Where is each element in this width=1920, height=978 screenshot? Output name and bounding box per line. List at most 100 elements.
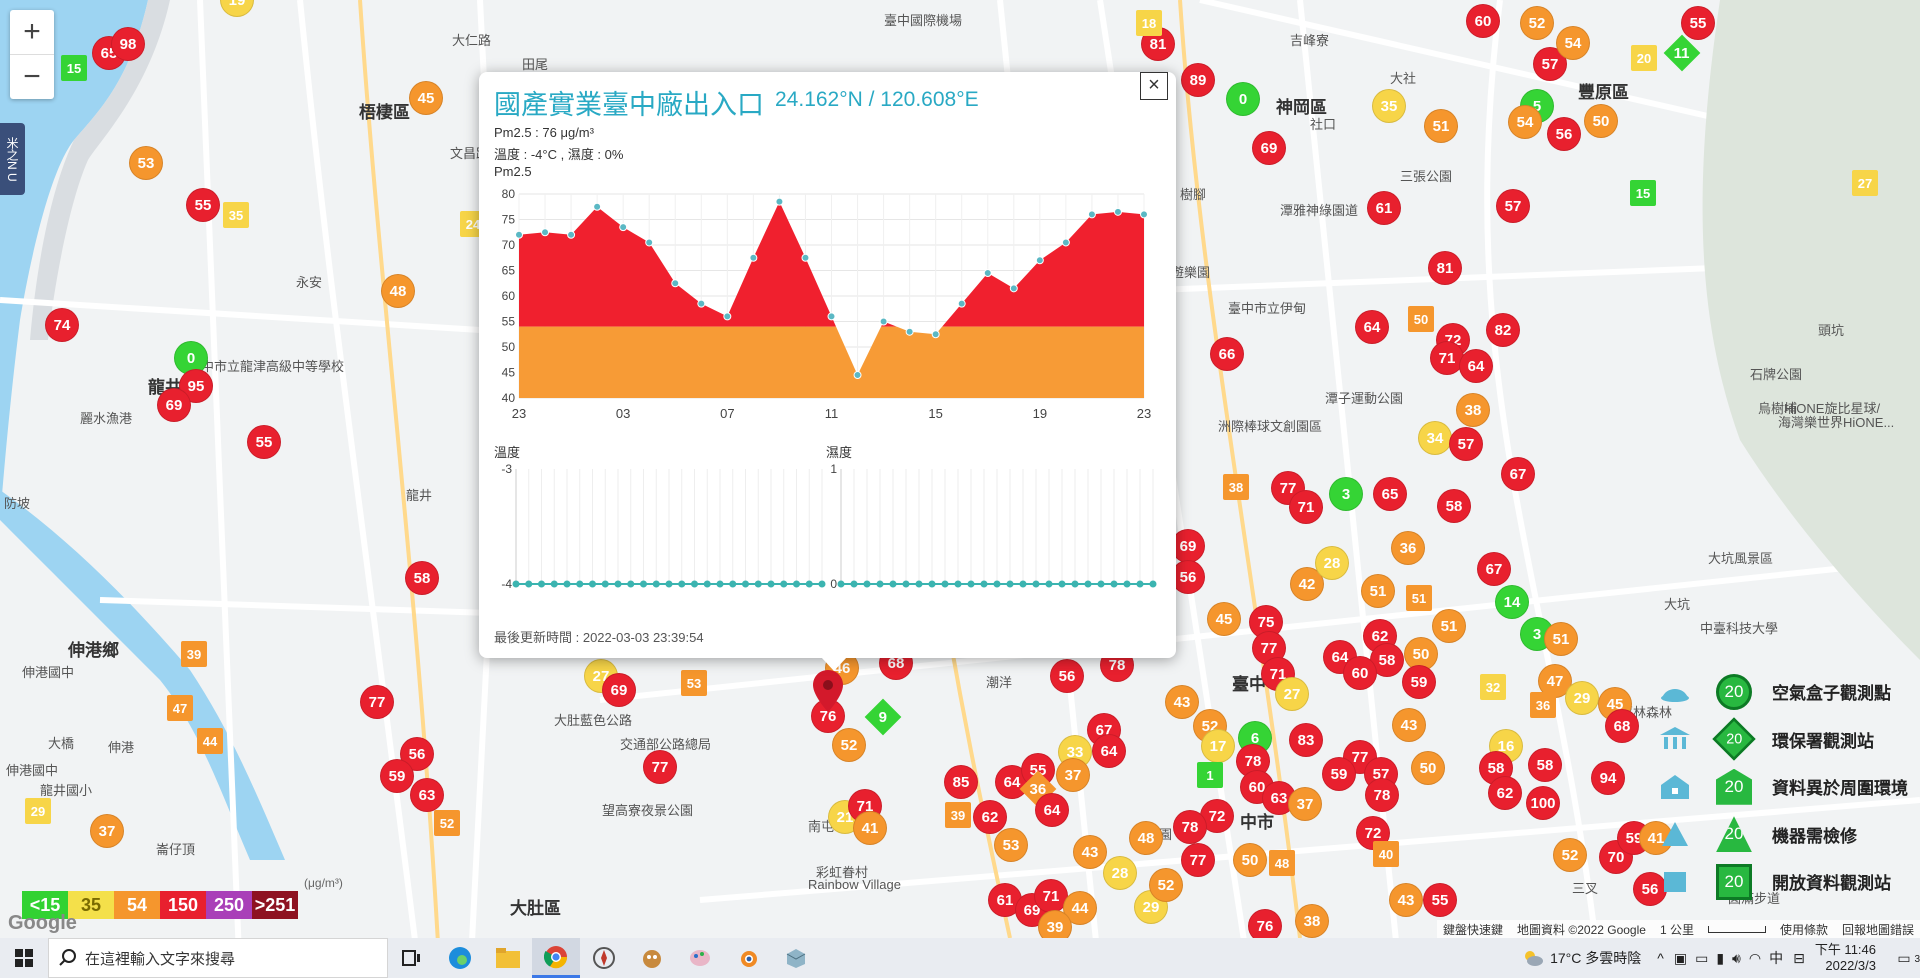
station-marker[interactable]: 52: [1553, 838, 1587, 872]
station-marker[interactable]: 15: [1630, 180, 1656, 206]
station-marker[interactable]: 28: [1315, 546, 1349, 580]
station-marker[interactable]: 67: [1501, 457, 1535, 491]
station-marker[interactable]: 35: [1372, 89, 1406, 123]
station-marker[interactable]: 50: [1233, 843, 1267, 877]
station-marker[interactable]: 43: [1073, 835, 1107, 869]
station-marker[interactable]: 56: [1050, 659, 1084, 693]
app-taskbar-button[interactable]: [676, 938, 724, 978]
station-marker[interactable]: 85: [944, 765, 978, 799]
weather-text[interactable]: 17°C 多雲時陰: [1550, 948, 1641, 968]
station-marker[interactable]: 14: [1495, 585, 1529, 619]
station-marker[interactable]: 59: [380, 759, 414, 793]
station-marker[interactable]: 51: [1432, 609, 1466, 643]
station-marker[interactable]: 74: [45, 308, 79, 342]
station-marker[interactable]: 65: [1373, 477, 1407, 511]
station-marker[interactable]: 29: [1565, 681, 1599, 715]
selected-location-pin[interactable]: [813, 670, 843, 714]
station-marker[interactable]: 51: [1406, 585, 1432, 611]
app-taskbar-button[interactable]: [772, 938, 820, 978]
station-marker[interactable]: 48: [1129, 821, 1163, 855]
station-marker[interactable]: 39: [181, 641, 207, 667]
station-marker[interactable]: 38: [1456, 393, 1490, 427]
station-marker[interactable]: 67: [1477, 552, 1511, 586]
station-marker[interactable]: 1: [1197, 762, 1223, 788]
terms-link[interactable]: 使用條款: [1780, 921, 1828, 938]
station-marker[interactable]: 56: [1547, 117, 1581, 151]
station-marker[interactable]: 35: [223, 202, 249, 228]
station-marker[interactable]: 38: [1295, 904, 1329, 938]
zoom-in-button[interactable]: +: [10, 10, 54, 54]
station-marker[interactable]: 77: [360, 685, 394, 719]
station-marker[interactable]: 66: [1210, 337, 1244, 371]
chevron-up-icon[interactable]: ^: [1657, 950, 1664, 966]
side-tab[interactable]: 米之N U: [0, 123, 25, 195]
station-marker[interactable]: 48: [1269, 850, 1295, 876]
network-icon[interactable]: ▭: [1695, 950, 1708, 967]
station-marker[interactable]: 68: [1605, 709, 1639, 743]
station-marker[interactable]: 94: [1591, 761, 1625, 795]
station-marker[interactable]: 34: [1418, 421, 1452, 455]
notification-button[interactable]: ▭ 3: [1888, 950, 1920, 967]
station-marker[interactable]: 44: [197, 728, 223, 754]
station-marker[interactable]: 64: [1355, 310, 1389, 344]
app-taskbar-button[interactable]: [724, 938, 772, 978]
station-marker[interactable]: 62: [973, 800, 1007, 834]
station-marker[interactable]: 100: [1526, 786, 1560, 820]
station-marker[interactable]: 37: [1056, 758, 1090, 792]
station-marker[interactable]: 29: [25, 798, 51, 824]
station-marker[interactable]: 37: [1288, 787, 1322, 821]
station-marker[interactable]: 60: [1466, 4, 1500, 38]
station-marker[interactable]: 32: [1480, 674, 1506, 700]
station-marker[interactable]: 27: [1852, 170, 1878, 196]
station-marker[interactable]: 63: [410, 778, 444, 812]
station-marker[interactable]: 51: [1544, 622, 1578, 656]
station-marker[interactable]: 69: [602, 673, 636, 707]
station-marker[interactable]: 53: [994, 828, 1028, 862]
station-marker[interactable]: 69: [157, 388, 191, 422]
task-view-button[interactable]: [388, 938, 436, 978]
station-marker[interactable]: 53: [129, 146, 163, 180]
station-marker[interactable]: 55: [247, 425, 281, 459]
station-marker[interactable]: 58: [1437, 489, 1471, 523]
station-marker[interactable]: 37: [90, 814, 124, 848]
taskbar-search[interactable]: 在這裡輸入文字來搜尋: [48, 938, 388, 978]
clock[interactable]: 下午 11:46 2022/3/3: [1815, 942, 1876, 974]
station-marker[interactable]: 58: [1528, 748, 1562, 782]
station-marker[interactable]: 17: [1201, 729, 1235, 763]
station-marker[interactable]: 52: [1520, 6, 1554, 40]
station-marker[interactable]: 98: [111, 27, 145, 61]
station-marker[interactable]: 39: [1038, 910, 1072, 938]
station-marker[interactable]: 18: [1136, 10, 1162, 36]
station-marker[interactable]: 53: [681, 670, 707, 696]
ime-indicator[interactable]: 中: [1769, 948, 1783, 968]
ime-mode-icon[interactable]: ⊟: [1793, 950, 1805, 967]
keyboard-shortcuts-link[interactable]: 鍵盤快速鍵: [1443, 921, 1503, 938]
edge-taskbar-button[interactable]: [436, 938, 484, 978]
station-marker[interactable]: 89: [1181, 63, 1215, 97]
wifi-icon[interactable]: ◠: [1749, 950, 1761, 967]
station-marker[interactable]: 36: [1530, 692, 1556, 718]
station-marker[interactable]: 50: [1411, 751, 1445, 785]
station-marker[interactable]: 83: [1289, 723, 1323, 757]
station-marker[interactable]: 77: [643, 750, 677, 784]
station-marker[interactable]: 78: [1173, 810, 1207, 844]
station-marker[interactable]: 28: [1103, 856, 1137, 890]
station-marker[interactable]: 64: [1035, 793, 1069, 827]
station-marker[interactable]: 82: [1486, 313, 1520, 347]
station-marker[interactable]: 36: [1391, 531, 1425, 565]
station-marker[interactable]: 52: [832, 728, 866, 762]
start-button[interactable]: [0, 938, 48, 978]
station-marker[interactable]: 64: [1092, 734, 1126, 768]
station-marker[interactable]: 50: [1584, 104, 1618, 138]
station-marker[interactable]: 43: [1392, 708, 1426, 742]
station-marker[interactable]: 50: [1408, 306, 1434, 332]
station-marker[interactable]: 55: [1423, 883, 1457, 917]
station-marker[interactable]: 69: [1252, 131, 1286, 165]
station-marker[interactable]: 55: [1681, 6, 1715, 40]
station-marker[interactable]: 62: [1488, 776, 1522, 810]
station-marker[interactable]: 52: [434, 810, 460, 836]
station-marker[interactable]: 15: [61, 55, 87, 81]
station-marker[interactable]: 51: [1424, 109, 1458, 143]
station-marker[interactable]: 52: [1149, 868, 1183, 902]
station-marker[interactable]: 3: [1329, 477, 1363, 511]
